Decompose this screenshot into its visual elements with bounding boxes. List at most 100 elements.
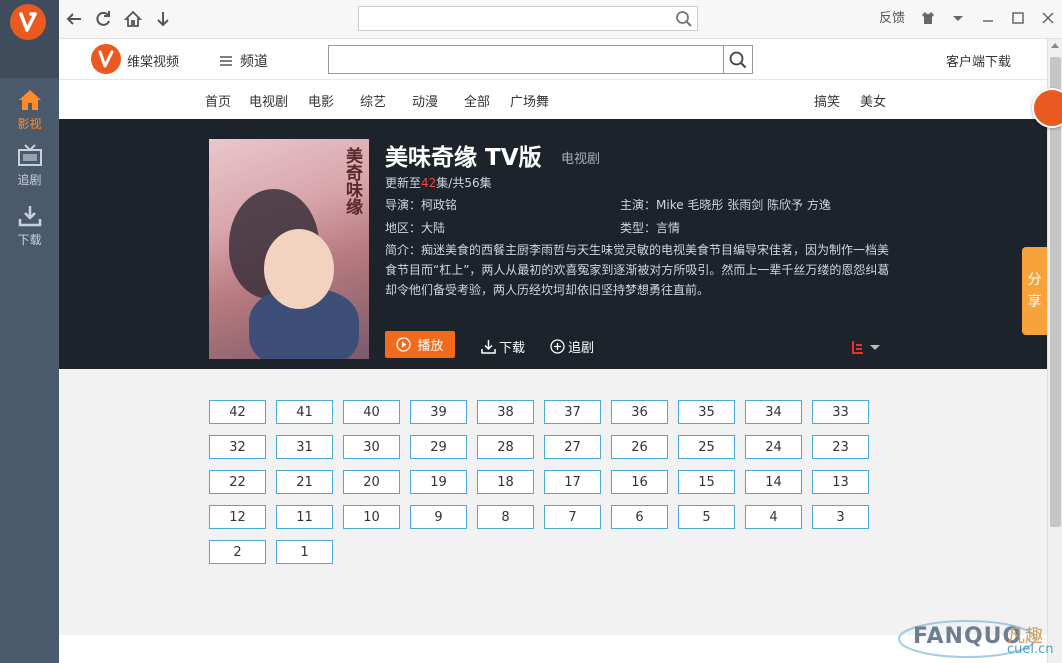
- download-icon: [481, 340, 496, 354]
- director: 导演：柯政铭: [385, 198, 458, 212]
- episode-button[interactable]: 25: [678, 435, 735, 459]
- watermark-logo: FANQUO 凡趣 cuel.cn: [895, 614, 1060, 663]
- play-icon: [396, 337, 412, 352]
- scroll-up-icon[interactable]: [1051, 43, 1059, 48]
- search-icon: [729, 51, 747, 68]
- site-logo-icon[interactable]: [91, 44, 121, 74]
- minimize-icon[interactable]: [979, 9, 997, 27]
- episode-button[interactable]: 40: [343, 400, 400, 424]
- app-logo-icon[interactable]: [10, 4, 46, 40]
- episode-button[interactable]: 15: [678, 470, 735, 494]
- play-button[interactable]: 播放: [385, 331, 455, 358]
- episode-button[interactable]: 29: [410, 435, 467, 459]
- episode-button[interactable]: 19: [410, 470, 467, 494]
- episode-button[interactable]: 18: [477, 470, 534, 494]
- category-anime[interactable]: 动漫: [412, 91, 438, 110]
- episode-button[interactable]: 12: [209, 505, 266, 529]
- category-all[interactable]: 全部: [464, 91, 490, 110]
- episode-button[interactable]: 24: [745, 435, 802, 459]
- category-tv[interactable]: 电视剧: [249, 91, 288, 110]
- titlebar: 反馈: [59, 0, 1062, 39]
- maximize-icon[interactable]: [1009, 9, 1027, 27]
- site-search-button[interactable]: [723, 46, 752, 73]
- show-detail: 美奇味缘 美味奇缘 TV版 电视剧 更新至42集/共56集 导演：柯政铭 主演：…: [59, 119, 1047, 369]
- episode-button[interactable]: 34: [745, 400, 802, 424]
- episode-button[interactable]: 2: [209, 540, 266, 564]
- download-button[interactable]: 下载: [481, 337, 525, 356]
- category-home[interactable]: 首页: [205, 91, 231, 110]
- sidebar-item-follow[interactable]: 追剧: [0, 140, 59, 192]
- menu-dropdown-icon[interactable]: [949, 9, 967, 27]
- le-icon: [852, 341, 863, 354]
- episode-button[interactable]: 28: [477, 435, 534, 459]
- search-icon[interactable]: [675, 10, 693, 28]
- episode-button[interactable]: 22: [209, 470, 266, 494]
- synopsis: 简介：痴迷美食的西餐主厨李雨哲与天生味觉灵敏的电视美食节目编导宋佳茗，因为制作一…: [385, 243, 890, 297]
- home-icon[interactable]: [123, 9, 143, 29]
- episode-button[interactable]: 42: [209, 400, 266, 424]
- tv-icon: [17, 144, 42, 166]
- down-arrow-icon[interactable]: [153, 9, 173, 29]
- follow-button[interactable]: 追剧: [550, 337, 594, 356]
- episode-button[interactable]: 1: [276, 540, 333, 564]
- category-variety[interactable]: 综艺: [360, 91, 386, 110]
- show-poster[interactable]: 美奇味缘: [209, 139, 369, 359]
- share-tab[interactable]: 分 享: [1022, 247, 1047, 335]
- episode-button[interactable]: 33: [812, 400, 869, 424]
- client-download-link[interactable]: 客户端下载: [946, 51, 1011, 70]
- episode-button[interactable]: 26: [611, 435, 668, 459]
- episode-button[interactable]: 20: [343, 470, 400, 494]
- episode-button[interactable]: 32: [209, 435, 266, 459]
- episode-button[interactable]: 8: [477, 505, 534, 529]
- episode-button[interactable]: 7: [544, 505, 601, 529]
- episode-button[interactable]: 9: [410, 505, 467, 529]
- episode-button[interactable]: 38: [477, 400, 534, 424]
- episode-button[interactable]: 36: [611, 400, 668, 424]
- sidebar-item-label: 影视: [17, 117, 42, 131]
- episode-button[interactable]: 11: [276, 505, 333, 529]
- site-search-input[interactable]: [329, 46, 724, 73]
- category-movie[interactable]: 电影: [308, 91, 334, 110]
- episode-button[interactable]: 30: [343, 435, 400, 459]
- episode-button[interactable]: 6: [611, 505, 668, 529]
- category-beauty[interactable]: 美女: [860, 91, 886, 110]
- episode-button[interactable]: 13: [812, 470, 869, 494]
- back-icon[interactable]: [64, 9, 84, 29]
- refresh-icon[interactable]: [93, 9, 113, 29]
- episode-button[interactable]: 3: [812, 505, 869, 529]
- sidebar-item-download[interactable]: 下载: [0, 200, 59, 252]
- feedback-link[interactable]: 反馈: [879, 7, 905, 26]
- episode-button[interactable]: 14: [745, 470, 802, 494]
- episode-button[interactable]: 10: [343, 505, 400, 529]
- scrollbar[interactable]: [1047, 39, 1062, 663]
- episode-button[interactable]: 37: [544, 400, 601, 424]
- episode-button[interactable]: 31: [276, 435, 333, 459]
- episode-button[interactable]: 27: [544, 435, 601, 459]
- episode-button[interactable]: 39: [410, 400, 467, 424]
- chevron-down-icon: [870, 345, 880, 350]
- category-square-dance[interactable]: 广场舞: [510, 91, 549, 110]
- site-search[interactable]: [328, 45, 753, 74]
- source-selector[interactable]: [851, 339, 883, 355]
- region: 地区：大陆: [385, 221, 446, 235]
- address-input[interactable]: [359, 7, 697, 30]
- poster-title: 美奇味缘: [342, 147, 362, 215]
- channel-menu[interactable]: 频道: [220, 51, 268, 71]
- episode-button[interactable]: 5: [678, 505, 735, 529]
- download-icon: [18, 206, 41, 227]
- episode-button[interactable]: 17: [544, 470, 601, 494]
- episode-button[interactable]: 35: [678, 400, 735, 424]
- site-name[interactable]: 维棠视频: [127, 51, 179, 70]
- episode-button[interactable]: 21: [276, 470, 333, 494]
- episode-button[interactable]: 41: [276, 400, 333, 424]
- episode-button[interactable]: 16: [611, 470, 668, 494]
- close-icon[interactable]: [1039, 9, 1057, 27]
- type: 类型：言情: [620, 221, 681, 235]
- episode-button[interactable]: 23: [812, 435, 869, 459]
- update-status: 更新至42集/共56集: [385, 176, 492, 190]
- address-bar[interactable]: [358, 6, 698, 31]
- episode-button[interactable]: 4: [745, 505, 802, 529]
- category-funny[interactable]: 搞笑: [814, 91, 840, 110]
- skin-icon[interactable]: [919, 9, 937, 27]
- sidebar-item-movies[interactable]: 影视: [0, 84, 59, 136]
